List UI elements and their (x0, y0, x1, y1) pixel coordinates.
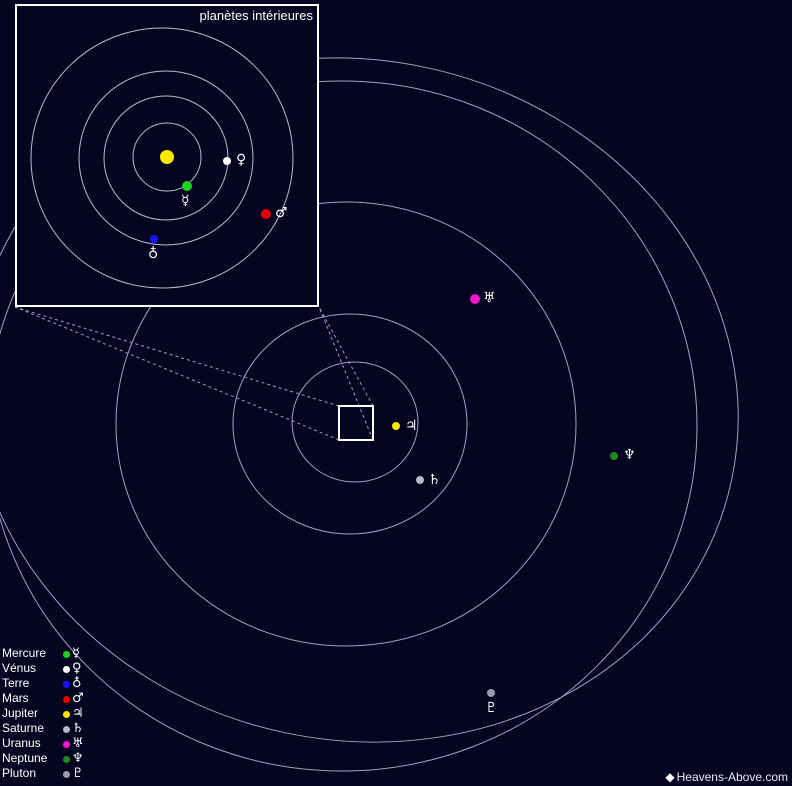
legend-row-pluton: Pluton ♇ (2, 766, 132, 781)
legend-label: Saturne (2, 721, 44, 736)
legend-symbol: ♇ (72, 766, 84, 781)
legend-symbol: ☿ (72, 646, 80, 661)
earth-marker[interactable] (150, 235, 158, 243)
legend-color-dot (63, 666, 70, 673)
inset-orbit-group (31, 28, 293, 288)
legend-color-dot (63, 651, 70, 658)
sun-marker[interactable] (160, 150, 174, 164)
callout-line-1 (15, 307, 339, 440)
uranus-marker[interactable] (470, 294, 480, 304)
legend-row-jupiter: Jupiter ♃ (2, 706, 132, 721)
legend-color-dot (63, 756, 70, 763)
planet-markers (392, 294, 618, 697)
legend-row-terre: Terre ♁ (2, 676, 132, 691)
legend-color-dot (63, 696, 70, 703)
legend-label: Pluton (2, 766, 36, 781)
venus-marker[interactable] (223, 157, 231, 165)
legend-label: Mars (2, 691, 29, 706)
jupiter-marker[interactable] (392, 422, 400, 430)
legend-symbol: ♂ (72, 691, 84, 706)
callout-line-2 (319, 307, 373, 406)
legend-color-dot (63, 711, 70, 718)
watermark-text: Heavens-Above.com (677, 770, 788, 784)
legend-symbol: ♁ (72, 676, 82, 691)
mercury-marker[interactable] (182, 181, 192, 191)
legend-color-dot (63, 741, 70, 748)
legend-label: Vénus (2, 661, 36, 676)
legend-label: Mercure (2, 646, 46, 661)
callout-line-3 (319, 307, 373, 440)
callout-line-0 (15, 307, 339, 406)
inset-title: planètes intérieures (200, 8, 313, 24)
legend-row-mercure: Mercure ☿ (2, 646, 132, 661)
mars-marker[interactable] (261, 209, 271, 219)
legend-symbol: ♆ (72, 751, 84, 766)
jupiter-orbit (292, 362, 418, 482)
legend-row-mars: Mars ♂ (2, 691, 132, 706)
legend-color-dot (63, 681, 70, 688)
saturn-orbit (233, 314, 467, 534)
solar-system-diagram: ♃♄♅♆♇ ☿♀♁♂ planètes intérieures Mercure ☿… (0, 0, 792, 786)
legend-symbol: ♃ (72, 706, 84, 721)
legend-row-vénus: Vénus ♀ (2, 661, 132, 676)
legend-symbol: ♅ (72, 736, 84, 751)
saturn-marker[interactable] (416, 476, 424, 484)
pluto-marker[interactable] (487, 689, 495, 697)
legend-row-neptune: Neptune ♆ (2, 751, 132, 766)
legend-row-saturne: Saturne ♄ (2, 721, 132, 736)
legend-label: Terre (2, 676, 29, 691)
inner-planets-inset[interactable]: ☿♀♁♂ planètes intérieures (15, 4, 319, 307)
legend-symbol: ♄ (72, 721, 84, 736)
legend-label: Jupiter (2, 706, 38, 721)
zoom-callout-lines (15, 307, 373, 440)
planet-legend: Mercure☿Vénus♀Terre♁Mars♂Jupiter♃Saturne… (2, 646, 132, 781)
zoom-region-box[interactable] (339, 406, 373, 440)
watermark: ◆Heavens-Above.com (665, 770, 788, 784)
legend-symbol: ♀ (72, 661, 82, 676)
legend-label: Neptune (2, 751, 47, 766)
neptune-marker[interactable] (610, 452, 618, 460)
legend-row-uranus: Uranus ♅ (2, 736, 132, 751)
legend-color-dot (63, 771, 70, 778)
inset-planet-markers (150, 157, 271, 243)
legend-label: Uranus (2, 736, 41, 751)
diamond-icon: ◆ (665, 770, 674, 784)
legend-color-dot (63, 726, 70, 733)
inner-planets-view (17, 6, 317, 305)
